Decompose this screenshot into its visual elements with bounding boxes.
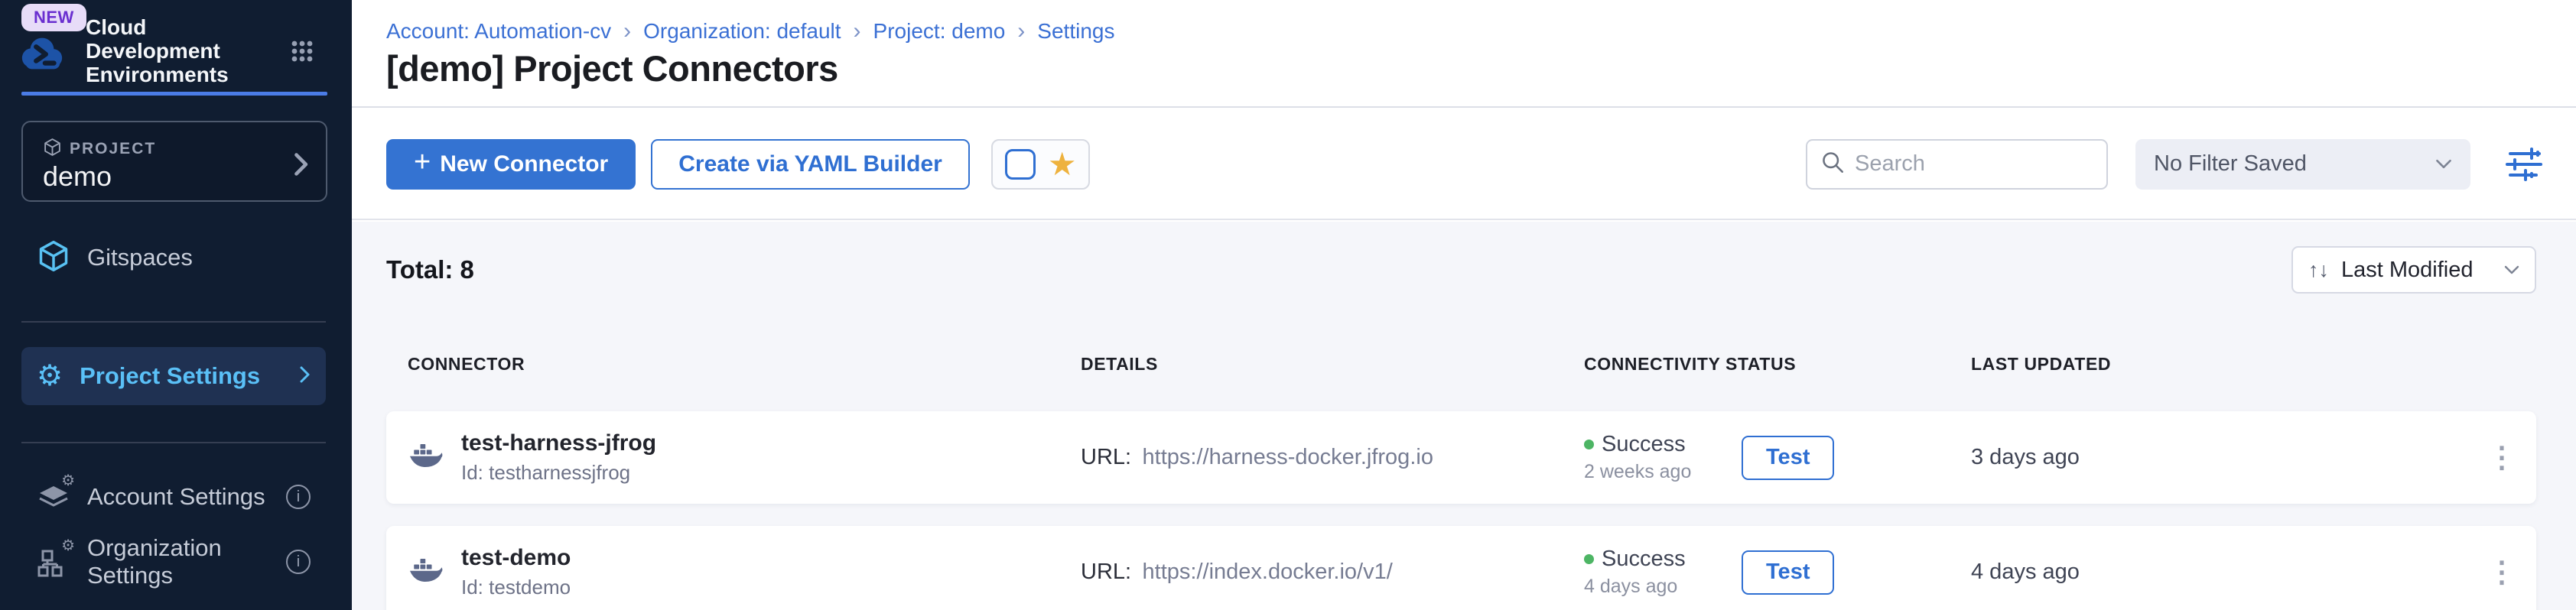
module-grid-icon[interactable] xyxy=(291,40,314,67)
favorites-filter-group: ★ xyxy=(991,139,1091,190)
cube-icon xyxy=(43,138,62,161)
sidebar-item-label: Account Settings xyxy=(87,483,265,511)
chevron-down-icon xyxy=(2504,264,2519,275)
connector-id: Id: testharnessjfrog xyxy=(461,461,656,485)
search-icon xyxy=(1821,151,1844,177)
test-button[interactable]: Test xyxy=(1742,436,1834,480)
test-button[interactable]: Test xyxy=(1742,550,1834,595)
account-layers-icon: ⚙ xyxy=(37,480,70,514)
url-value: https://index.docker.io/v1/ xyxy=(1143,560,1393,584)
connector-name: test-demo xyxy=(461,545,571,571)
column-header-connectivity-status: CONNECTIVITY STATUS xyxy=(1584,354,1971,375)
project-selector[interactable]: PROJECT demo xyxy=(21,121,327,202)
breadcrumb: Account: Automation-cv › Organization: d… xyxy=(386,18,1114,44)
favorites-checkbox[interactable] xyxy=(1005,149,1036,180)
connector-name: test-harness-jfrog xyxy=(461,430,656,456)
info-icon[interactable]: i xyxy=(286,550,311,574)
kebab-menu-icon[interactable]: ⋮ xyxy=(2487,555,2516,589)
status-time: 2 weeks ago xyxy=(1584,461,1699,483)
page-header: Account: Automation-cv › Organization: d… xyxy=(352,0,2576,108)
cde-logo-icon xyxy=(18,34,66,76)
url-label: URL: xyxy=(1081,560,1131,584)
filter-sliders-icon[interactable] xyxy=(2504,146,2547,183)
saved-filter-value: No Filter Saved xyxy=(2154,151,2307,177)
connector-id: Id: testdemo xyxy=(461,576,571,599)
app-root: NEW Cloud Development Environments xyxy=(0,0,2576,610)
connector-row[interactable]: test-demo Id: testdemo URL: https://inde… xyxy=(386,526,2536,610)
breadcrumb-account[interactable]: Account: Automation-cv xyxy=(386,19,611,44)
column-header-connector: CONNECTOR xyxy=(408,354,1081,375)
last-updated-text: 3 days ago xyxy=(1971,445,2080,470)
kebab-menu-icon[interactable]: ⋮ xyxy=(2487,440,2516,475)
docker-icon xyxy=(408,440,444,475)
column-header-details: DETAILS xyxy=(1081,354,1584,375)
search-input[interactable] xyxy=(1855,151,2093,177)
table-header: CONNECTOR DETAILS CONNECTIVITY STATUS LA… xyxy=(386,338,2536,390)
breadcrumb-separator: › xyxy=(1017,18,1025,44)
docker-icon xyxy=(408,555,444,589)
chevron-right-icon xyxy=(292,151,309,181)
new-connector-button[interactable]: + New Connector xyxy=(386,139,636,190)
main-content: Account: Automation-cv › Organization: d… xyxy=(352,0,2576,610)
status-time: 4 days ago xyxy=(1584,576,1699,598)
sidebar-divider xyxy=(21,442,326,443)
column-header-last-updated: LAST UPDATED xyxy=(1971,354,2536,375)
url-label: URL: xyxy=(1081,445,1131,469)
status-text: Success xyxy=(1602,547,1686,572)
mini-gear-icon: ⚙ xyxy=(61,536,75,555)
page-title: [demo] Project Connectors xyxy=(386,47,838,89)
connector-row[interactable]: test-harness-jfrog Id: testharnessjfrog … xyxy=(386,411,2536,504)
sidebar-item-account-settings[interactable]: ⚙ Account Settings i xyxy=(21,468,326,526)
info-icon[interactable]: i xyxy=(286,485,311,509)
sidebar-divider xyxy=(21,321,326,323)
connector-cards: test-harness-jfrog Id: testharnessjfrog … xyxy=(386,411,2536,610)
sidebar-item-label: Gitspaces xyxy=(87,244,193,271)
total-count: Total: 8 xyxy=(386,255,474,284)
saved-filter-select[interactable]: No Filter Saved xyxy=(2135,139,2470,190)
last-updated-text: 4 days ago xyxy=(1971,560,2080,585)
mini-gear-icon: ⚙ xyxy=(61,471,75,490)
status-dot xyxy=(1584,554,1594,564)
breadcrumb-separator: › xyxy=(623,18,631,44)
sidebar-item-project-settings[interactable]: ⚙ Project Settings xyxy=(21,347,326,405)
chevron-down-icon xyxy=(2435,158,2452,170)
sort-dropdown[interactable]: ↑↓ Last Modified xyxy=(2291,246,2536,294)
status-text: Success xyxy=(1602,432,1686,457)
sidebar-item-gitspaces[interactable]: Gitspaces xyxy=(21,229,326,287)
breadcrumb-settings[interactable]: Settings xyxy=(1037,19,1114,44)
chevron-right-icon xyxy=(298,365,311,388)
gitspaces-cube-icon xyxy=(37,239,70,277)
project-name: demo xyxy=(43,161,112,193)
product-title: Cloud Development Environments xyxy=(86,15,277,86)
url-value: https://harness-docker.jfrog.io xyxy=(1143,445,1433,469)
org-hierarchy-icon: ⚙ xyxy=(37,545,70,579)
plus-icon: + xyxy=(414,146,431,179)
project-label: PROJECT xyxy=(70,140,156,158)
star-icon: ★ xyxy=(1048,148,1077,180)
sidebar-item-organization-settings[interactable]: ⚙ Organization Settings i xyxy=(21,533,326,591)
sidebar-item-label: Project Settings xyxy=(80,362,260,390)
new-badge: NEW xyxy=(21,4,86,31)
new-connector-label: New Connector xyxy=(440,151,608,177)
status-dot xyxy=(1584,440,1594,449)
connector-list-area: Total: 8 ↑↓ Last Modified CONNECTOR DETA… xyxy=(352,222,2576,610)
search-box xyxy=(1806,139,2108,190)
gear-icon: ⚙ xyxy=(37,362,63,391)
sidebar-accent-divider xyxy=(21,92,327,96)
breadcrumb-separator: › xyxy=(854,18,861,44)
sidebar: NEW Cloud Development Environments xyxy=(0,0,352,610)
yaml-builder-button[interactable]: Create via YAML Builder xyxy=(651,139,970,190)
sidebar-item-label: Organization Settings xyxy=(87,534,286,589)
toolbar: + New Connector Create via YAML Builder … xyxy=(352,109,2576,220)
breadcrumb-organization[interactable]: Organization: default xyxy=(643,19,841,44)
sort-arrows-icon: ↑↓ xyxy=(2308,258,2329,282)
breadcrumb-project[interactable]: Project: demo xyxy=(873,19,1006,44)
sort-value: Last Modified xyxy=(2341,258,2474,283)
